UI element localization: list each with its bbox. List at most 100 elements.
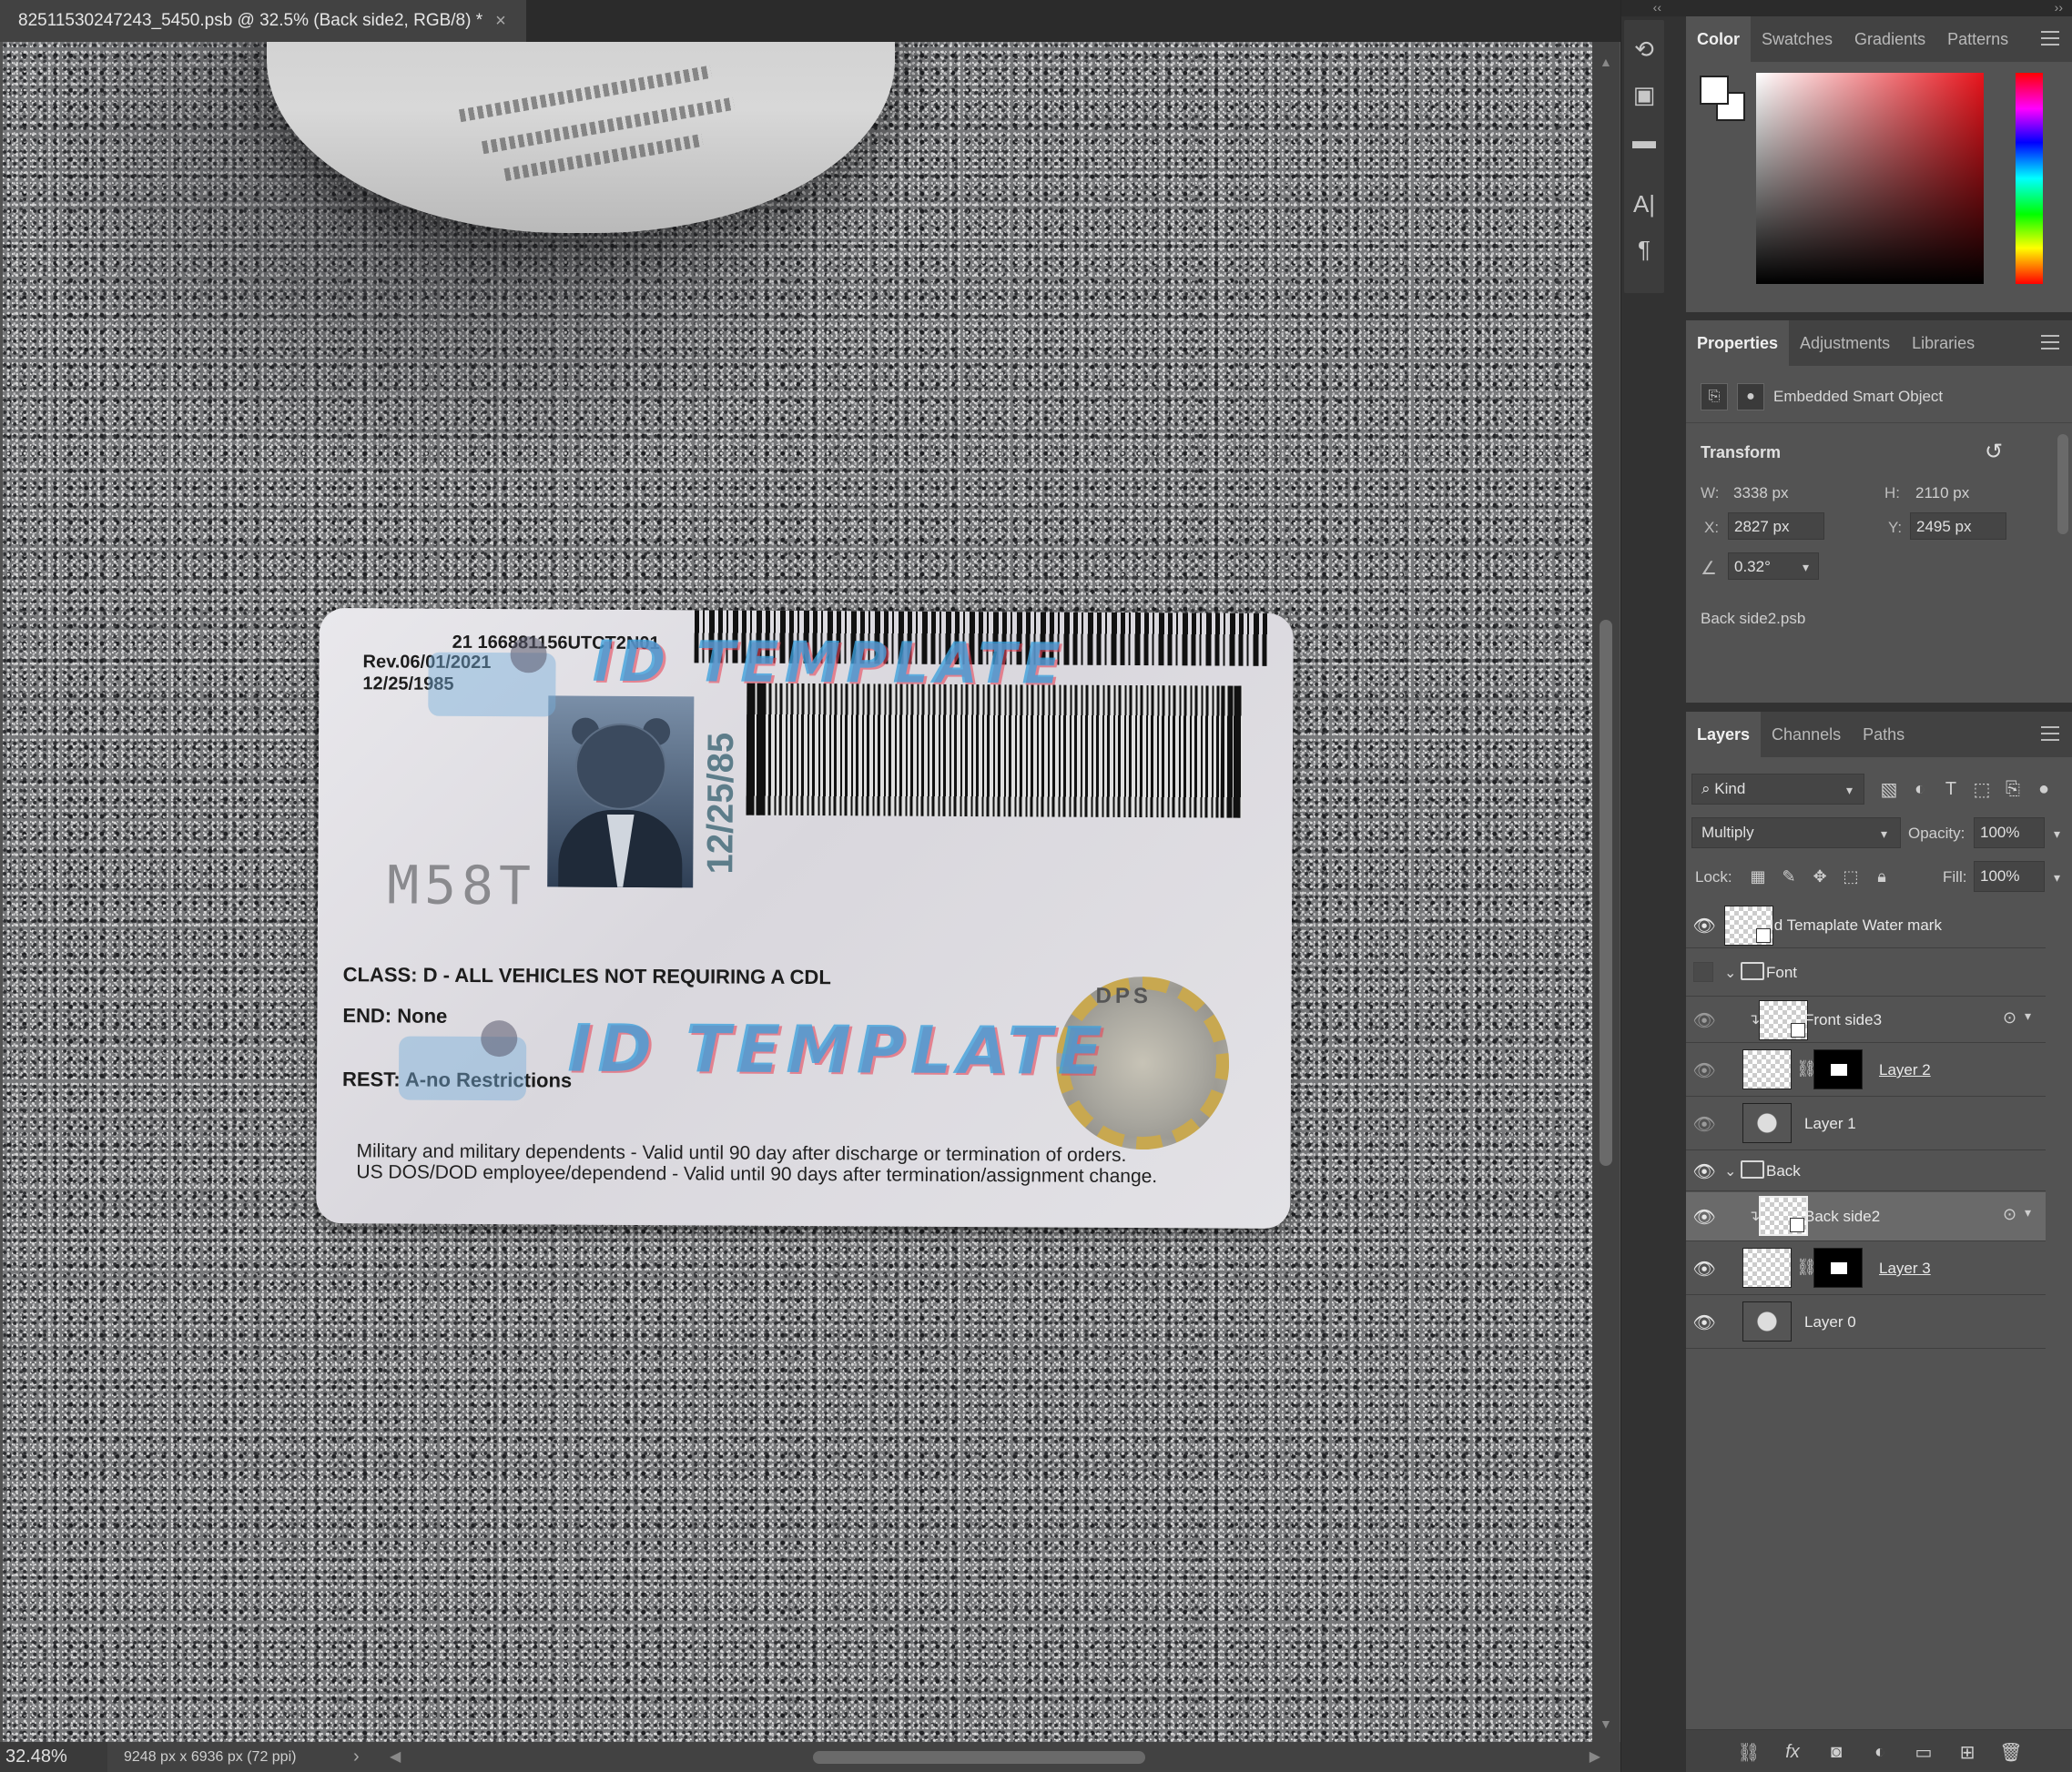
add-mask-icon[interactable]: ◙ [1823,1739,1850,1765]
layer-kind-filter[interactable]: ⌕ Kind [1691,774,1864,805]
filter-toggle-icon[interactable]: ● [2028,774,2059,805]
foreground-color-swatch[interactable] [1700,76,1729,105]
zoom-level[interactable]: 32.48% [0,1742,107,1772]
status-menu-arrow-icon[interactable]: › [353,1747,390,1767]
scroll-right-icon[interactable]: ▶ [1590,1747,1600,1766]
eye-icon[interactable]: 👁︎ [1692,1258,1715,1280]
layer-row[interactable]: 👁︎ Id Temaplate Water mark [1686,903,2046,948]
layer-mask-thumbnail[interactable] [1813,1248,1863,1288]
eye-icon[interactable]: 👁︎ [1692,1113,1715,1135]
pixel-filter-icon[interactable]: ▧ [1874,774,1904,805]
layer-row[interactable]: 👁︎ ⛓︎ Layer 2 [1686,1044,2046,1097]
scroll-up-icon[interactable]: ▲ [1600,55,1612,69]
height-value[interactable]: 2110 px [1915,484,1969,502]
delete-layer-icon[interactable]: 🗑︎ [1997,1739,2025,1765]
angle-dropdown-icon[interactable]: ▾ [1803,560,1809,575]
eye-icon[interactable]: 👁︎ [1692,1059,1715,1081]
layer-name[interactable]: Font [1766,964,1797,982]
tab-libraries[interactable]: Libraries [1901,320,1986,366]
reset-transform-icon[interactable]: ↺ [1985,439,2003,465]
panel-menu-icon[interactable] [2041,726,2059,741]
layer-row[interactable]: 👁︎ Layer 1 [1686,1098,2046,1150]
mask-icon[interactable]: ● [1737,382,1764,410]
comments-icon[interactable]: ▬ [1624,120,1664,160]
type-filter-icon[interactable]: T [1935,774,1966,805]
linked-smart-object-icon[interactable]: ⊙ [2003,1008,2016,1028]
adjustment-filter-icon[interactable]: ◐ [1904,774,1935,805]
new-layer-icon[interactable]: ⊞ [1954,1739,1981,1765]
layer-name[interactable]: Back [1766,1162,1801,1180]
tab-adjustments[interactable]: Adjustments [1789,320,1901,366]
horizontal-scroll-thumb[interactable] [813,1751,1145,1764]
tab-paths[interactable]: Paths [1852,712,1915,757]
layer-effects-icon[interactable]: fx [1779,1739,1806,1765]
link-layers-icon[interactable]: ⛓︎ [1735,1739,1762,1765]
eye-icon[interactable]: 👁︎ [1692,1206,1715,1228]
canvas-horizontal-scrollbar[interactable]: ◀ ▶ [390,1742,1600,1772]
tab-properties[interactable]: Properties [1686,320,1790,366]
chevron-down-icon[interactable]: ▾ [2054,826,2060,842]
document-canvas[interactable]: 21 166881156UTCT2N01 Rev.06/01/2021 12/2… [3,42,1592,1742]
layer-row[interactable]: 👁︎ ↴ Front side3 ⊙ ▾ [1686,997,2046,1043]
close-tab-icon[interactable]: × [495,11,506,32]
layer-name[interactable]: Layer 2 [1879,1061,1931,1079]
layer-name[interactable]: Id Temaplate Water mark [1770,916,1942,935]
lock-all-icon[interactable]: 🔒︎ [1866,861,1897,892]
eye-icon[interactable]: 👁︎ [1692,1311,1715,1333]
layer-group-row[interactable]: ⌄ Font [1686,949,2046,997]
blend-mode-select[interactable]: Multiply [1691,817,1901,848]
lock-position-icon[interactable]: ✥ [1804,861,1835,892]
layer-name[interactable]: Layer 1 [1804,1115,1856,1133]
canvas-vertical-scrollbar[interactable]: ▲ ▼ [1592,42,1620,1742]
chevron-down-icon[interactable]: ▾ [1881,826,1887,842]
fill-field[interactable]: 100% [1974,861,2045,892]
layer-row[interactable]: 👁︎ ⛓︎ Layer 3 [1686,1242,2046,1295]
layer-name[interactable]: Back side2 [1804,1208,1880,1226]
properties-scrollbar[interactable] [2057,434,2068,534]
eye-icon[interactable]: 👁︎ [1692,1009,1715,1031]
eye-hidden-icon[interactable] [1693,962,1713,982]
adjustment-layer-icon[interactable]: ◐ [1866,1739,1894,1765]
plugins-icon[interactable]: ▣ [1624,75,1664,115]
scroll-down-icon[interactable]: ▼ [1600,1716,1612,1731]
layer-group-row[interactable]: 👁︎ ⌄ Back [1686,1151,2046,1191]
linked-smart-object-icon[interactable]: ⊙ [2003,1205,2016,1224]
tab-color[interactable]: Color [1686,16,1751,62]
paragraph-icon[interactable]: ¶ [1624,229,1664,269]
character-icon[interactable]: A| [1624,184,1664,224]
history-icon[interactable]: ⟲ [1624,29,1664,69]
layer-row[interactable]: 👁︎ Layer 0 [1686,1296,2046,1349]
tab-layers[interactable]: Layers [1686,712,1762,757]
opacity-field[interactable]: 100% [1974,817,2045,848]
chevron-down-icon[interactable]: ▾ [1846,783,1853,798]
y-position-field[interactable]: 2495 px [1910,512,2006,540]
smart-object-filter-icon[interactable]: ⎘ [1997,774,2028,805]
layer-name[interactable]: Front side3 [1804,1011,1882,1029]
vertical-scroll-thumb[interactable] [1600,620,1612,1166]
layer-mask-thumbnail[interactable] [1813,1049,1863,1089]
tab-gradients[interactable]: Gradients [1843,16,1936,62]
x-position-field[interactable]: 2827 px [1728,512,1824,540]
chevron-down-icon[interactable]: ▾ [2025,1205,2031,1220]
document-tab[interactable]: 82511530247243_5450.psb @ 32.5% (Back si… [0,0,526,42]
color-picker-field[interactable] [1756,73,1984,284]
tab-swatches[interactable]: Swatches [1751,16,1843,62]
collapse-strip-icon[interactable]: ‹‹ [1621,0,1667,16]
layer-name[interactable]: Layer 0 [1804,1313,1856,1332]
layer-row-selected[interactable]: 👁︎ ↴ Back side2 ⊙ ▾ [1686,1192,2046,1241]
panel-menu-icon[interactable] [2041,31,2059,46]
tab-channels[interactable]: Channels [1761,712,1852,757]
panel-menu-icon[interactable] [2041,335,2059,349]
eye-icon[interactable]: 👁︎ [1692,1160,1715,1182]
eye-icon[interactable]: 👁︎ [1692,915,1715,937]
layer-name[interactable]: Layer 3 [1879,1260,1931,1278]
chevron-down-icon[interactable]: ▾ [2025,1008,2031,1024]
scroll-left-icon[interactable]: ◀ [390,1747,401,1766]
new-group-icon[interactable]: ▭ [1910,1739,1937,1765]
lock-image-icon[interactable]: ✎ [1773,861,1804,892]
chevron-down-icon[interactable]: ⌄ [1724,1162,1736,1180]
chevron-down-icon[interactable]: ▾ [2054,870,2060,886]
width-value[interactable]: 3338 px [1733,484,1789,502]
tab-patterns[interactable]: Patterns [1936,16,2019,62]
lock-transparent-icon[interactable]: ▦ [1742,861,1773,892]
